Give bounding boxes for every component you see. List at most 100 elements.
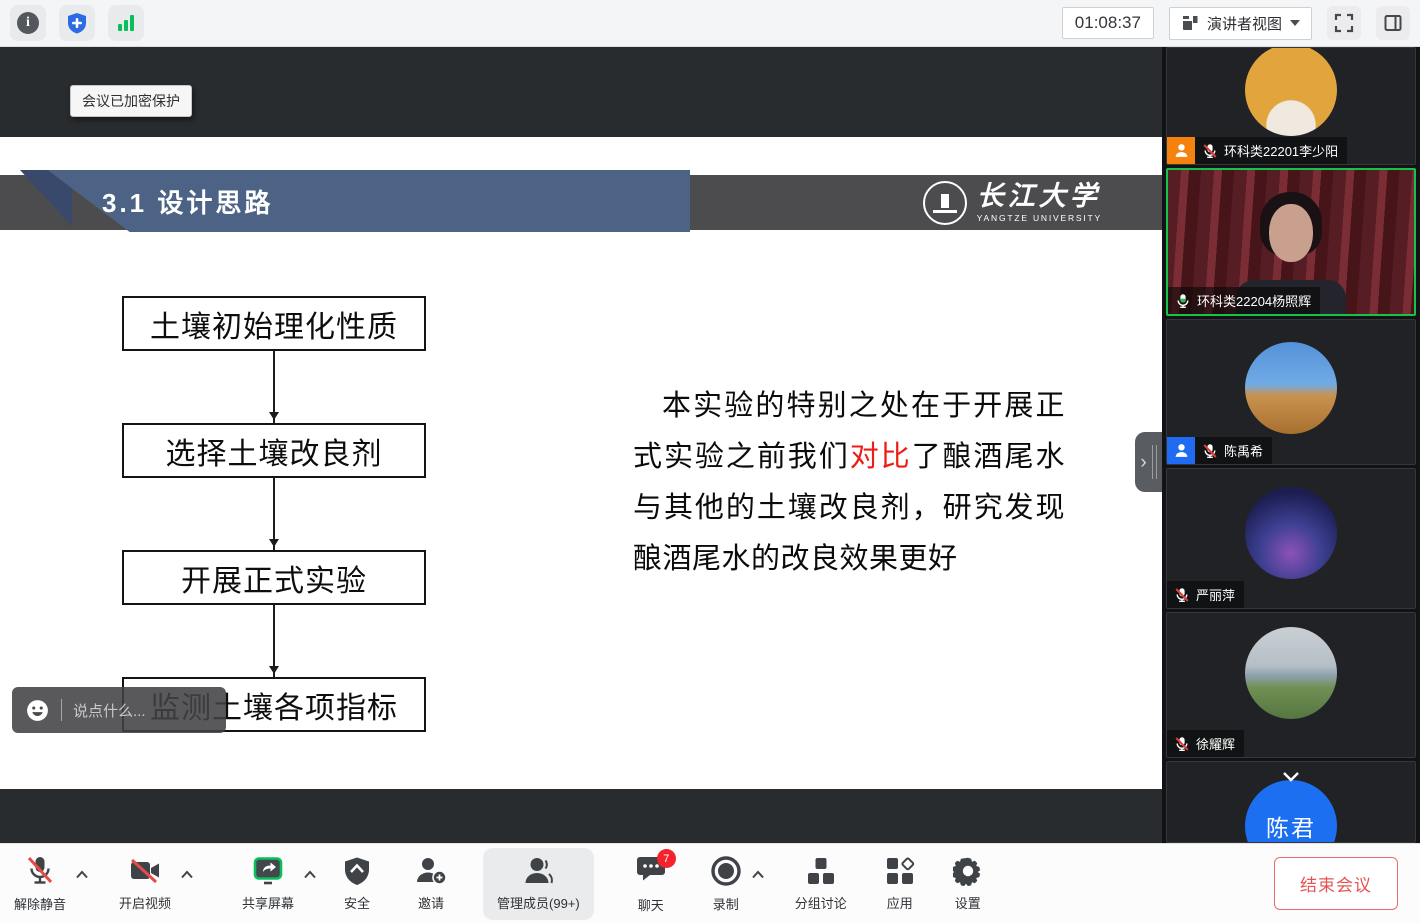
avatar bbox=[1245, 487, 1337, 579]
avatar bbox=[1245, 342, 1337, 434]
letterbox-bottom bbox=[0, 789, 1162, 843]
chat-input-divider bbox=[61, 699, 62, 721]
side-panel-toggle-button[interactable] bbox=[1376, 6, 1410, 40]
slide-paragraph: 本实验的特别之处在于开展正式实验之前我们对比了酿酒尾水与其他的土壤改良剂，研究发… bbox=[633, 381, 1065, 585]
mic-muted-icon bbox=[25, 855, 55, 887]
flowchart-step-1: 土壤初始理化性质 bbox=[122, 296, 426, 351]
chat-unread-badge: 7 bbox=[657, 849, 676, 868]
breakout-rooms-icon bbox=[806, 856, 836, 886]
breakout-rooms-button[interactable]: 分组讨论 bbox=[793, 852, 849, 916]
participant-tile[interactable]: 陈君 bbox=[1166, 761, 1416, 843]
avatar bbox=[1245, 627, 1337, 719]
record-button[interactable]: 录制 bbox=[708, 851, 744, 917]
network-signal-button[interactable] bbox=[108, 5, 144, 41]
sidebar-collapse-handle[interactable]: › bbox=[1135, 432, 1162, 492]
security-shield-button[interactable] bbox=[59, 5, 95, 41]
start-video-label: 开启视频 bbox=[119, 893, 171, 912]
participant-tile[interactable]: 徐耀辉 bbox=[1166, 612, 1416, 758]
share-screen-icon bbox=[252, 856, 284, 886]
record-label: 录制 bbox=[713, 894, 739, 913]
security-shield-icon bbox=[343, 856, 371, 886]
gear-icon bbox=[953, 856, 983, 886]
share-options-chevron[interactable] bbox=[303, 870, 317, 879]
apps-label: 应用 bbox=[887, 893, 913, 912]
view-mode-label: 演讲者视图 bbox=[1207, 13, 1282, 34]
flowchart-step-3: 开展正式实验 bbox=[122, 550, 426, 605]
participant-namebar: 严丽萍 bbox=[1167, 581, 1244, 608]
shield-plus-icon bbox=[65, 11, 89, 35]
avatar: 陈君 bbox=[1245, 780, 1337, 843]
invite-label: 邀请 bbox=[418, 893, 444, 912]
participant-name: 环科类22204杨照辉 bbox=[1197, 291, 1311, 310]
participant-name: 严丽萍 bbox=[1196, 585, 1235, 604]
university-name-en: YANGTZE UNIVERSITY bbox=[977, 213, 1102, 223]
participant-tile-speaking[interactable]: 环科类22204杨照辉 bbox=[1166, 168, 1416, 316]
meeting-topbar: i 01:08:37 演讲者视图 bbox=[0, 0, 1420, 47]
record-options-chevron[interactable] bbox=[751, 870, 765, 879]
meeting-info-button[interactable]: i bbox=[10, 5, 46, 41]
security-button[interactable]: 安全 bbox=[341, 852, 373, 916]
participant-namebar: 徐耀辉 bbox=[1167, 730, 1244, 757]
video-person-face bbox=[1269, 204, 1313, 262]
university-name-cn: 长江大学 bbox=[977, 183, 1102, 210]
unmute-label: 解除静音 bbox=[14, 894, 66, 913]
manage-members-label: 管理成员(99+) bbox=[497, 893, 580, 912]
invite-person-icon bbox=[415, 856, 447, 886]
apps-button[interactable]: 应用 bbox=[883, 852, 917, 916]
slide-title: 3.1 设计思路 bbox=[102, 170, 273, 232]
share-screen-button[interactable]: 共享屏幕 bbox=[240, 852, 296, 916]
flowchart: 土壤初始理化性质 选择土壤改良剂 开展正式实验 监测土壤各项指标 bbox=[122, 296, 426, 732]
breakout-rooms-label: 分组讨论 bbox=[795, 893, 847, 912]
slide-title-banner: 3.1 设计思路 bbox=[40, 170, 690, 232]
manage-members-button[interactable]: 管理成员(99+) bbox=[483, 848, 594, 920]
chevron-down-icon bbox=[1290, 20, 1300, 31]
chevron-right-icon: › bbox=[1140, 453, 1146, 472]
scroll-more-chevron-icon[interactable] bbox=[1281, 770, 1301, 788]
security-label: 安全 bbox=[344, 893, 370, 912]
share-screen-label: 共享屏幕 bbox=[242, 893, 294, 912]
signal-bars-icon bbox=[114, 11, 138, 35]
shared-screen-stage: 会议已加密保护 3.1 设计思路 长江大学 YANGTZE UNIVERSITY… bbox=[0, 47, 1162, 843]
participant-tile[interactable]: 严丽萍 bbox=[1166, 468, 1416, 609]
settings-label: 设置 bbox=[955, 893, 981, 912]
letterbox-top: 会议已加密保护 bbox=[0, 47, 1162, 137]
avatar-initials: 陈君 bbox=[1266, 809, 1316, 843]
chat-button[interactable]: 7 聊天 bbox=[634, 849, 668, 918]
participant-namebar: 环科类22204杨照辉 bbox=[1168, 287, 1320, 314]
meeting-timer: 01:08:37 bbox=[1062, 7, 1154, 39]
end-meeting-button[interactable]: 结束会议 bbox=[1274, 857, 1398, 910]
meeting-toolbar: 解除静音 开启视频 共享屏幕 安全 bbox=[0, 843, 1420, 923]
video-options-chevron[interactable] bbox=[180, 870, 194, 879]
mic-muted-icon bbox=[1202, 143, 1218, 159]
view-mode-selector[interactable]: 演讲者视图 bbox=[1169, 7, 1312, 40]
chat-input-placeholder[interactable]: 说点什么... bbox=[73, 700, 146, 721]
side-panel-icon bbox=[1383, 13, 1403, 33]
flowchart-step-2: 选择土壤改良剂 bbox=[122, 423, 426, 478]
info-icon: i bbox=[17, 12, 39, 34]
flowchart-arrow bbox=[273, 605, 275, 677]
cohost-badge bbox=[1167, 437, 1195, 464]
mic-active-icon bbox=[1175, 293, 1191, 309]
paragraph-highlight: 对比 bbox=[850, 441, 912, 473]
settings-button[interactable]: 设置 bbox=[951, 852, 985, 916]
fullscreen-button[interactable] bbox=[1327, 6, 1361, 40]
meeting-main-area: 会议已加密保护 3.1 设计思路 长江大学 YANGTZE UNIVERSITY… bbox=[0, 47, 1420, 843]
participant-name: 陈禹希 bbox=[1224, 441, 1263, 460]
start-video-button[interactable]: 开启视频 bbox=[117, 852, 173, 916]
mic-muted-icon bbox=[1174, 736, 1190, 752]
camera-muted-icon bbox=[128, 856, 162, 886]
encryption-tooltip: 会议已加密保护 bbox=[70, 85, 192, 117]
members-icon bbox=[522, 856, 554, 886]
participant-tile[interactable]: 环科类22201李少阳 bbox=[1166, 47, 1416, 165]
mic-options-chevron[interactable] bbox=[75, 870, 89, 879]
flowchart-arrow bbox=[273, 351, 275, 423]
fullscreen-icon bbox=[1334, 13, 1354, 33]
quick-chat-input[interactable]: 说点什么... bbox=[12, 687, 226, 733]
invite-button[interactable]: 邀请 bbox=[413, 852, 449, 916]
flowchart-arrow bbox=[273, 478, 275, 550]
layout-view-icon bbox=[1181, 14, 1199, 32]
emoji-smiley-icon[interactable] bbox=[25, 698, 50, 723]
participant-tile[interactable]: 陈禹希 bbox=[1166, 319, 1416, 465]
mic-muted-icon bbox=[1174, 587, 1190, 603]
unmute-button[interactable]: 解除静音 bbox=[12, 851, 68, 917]
